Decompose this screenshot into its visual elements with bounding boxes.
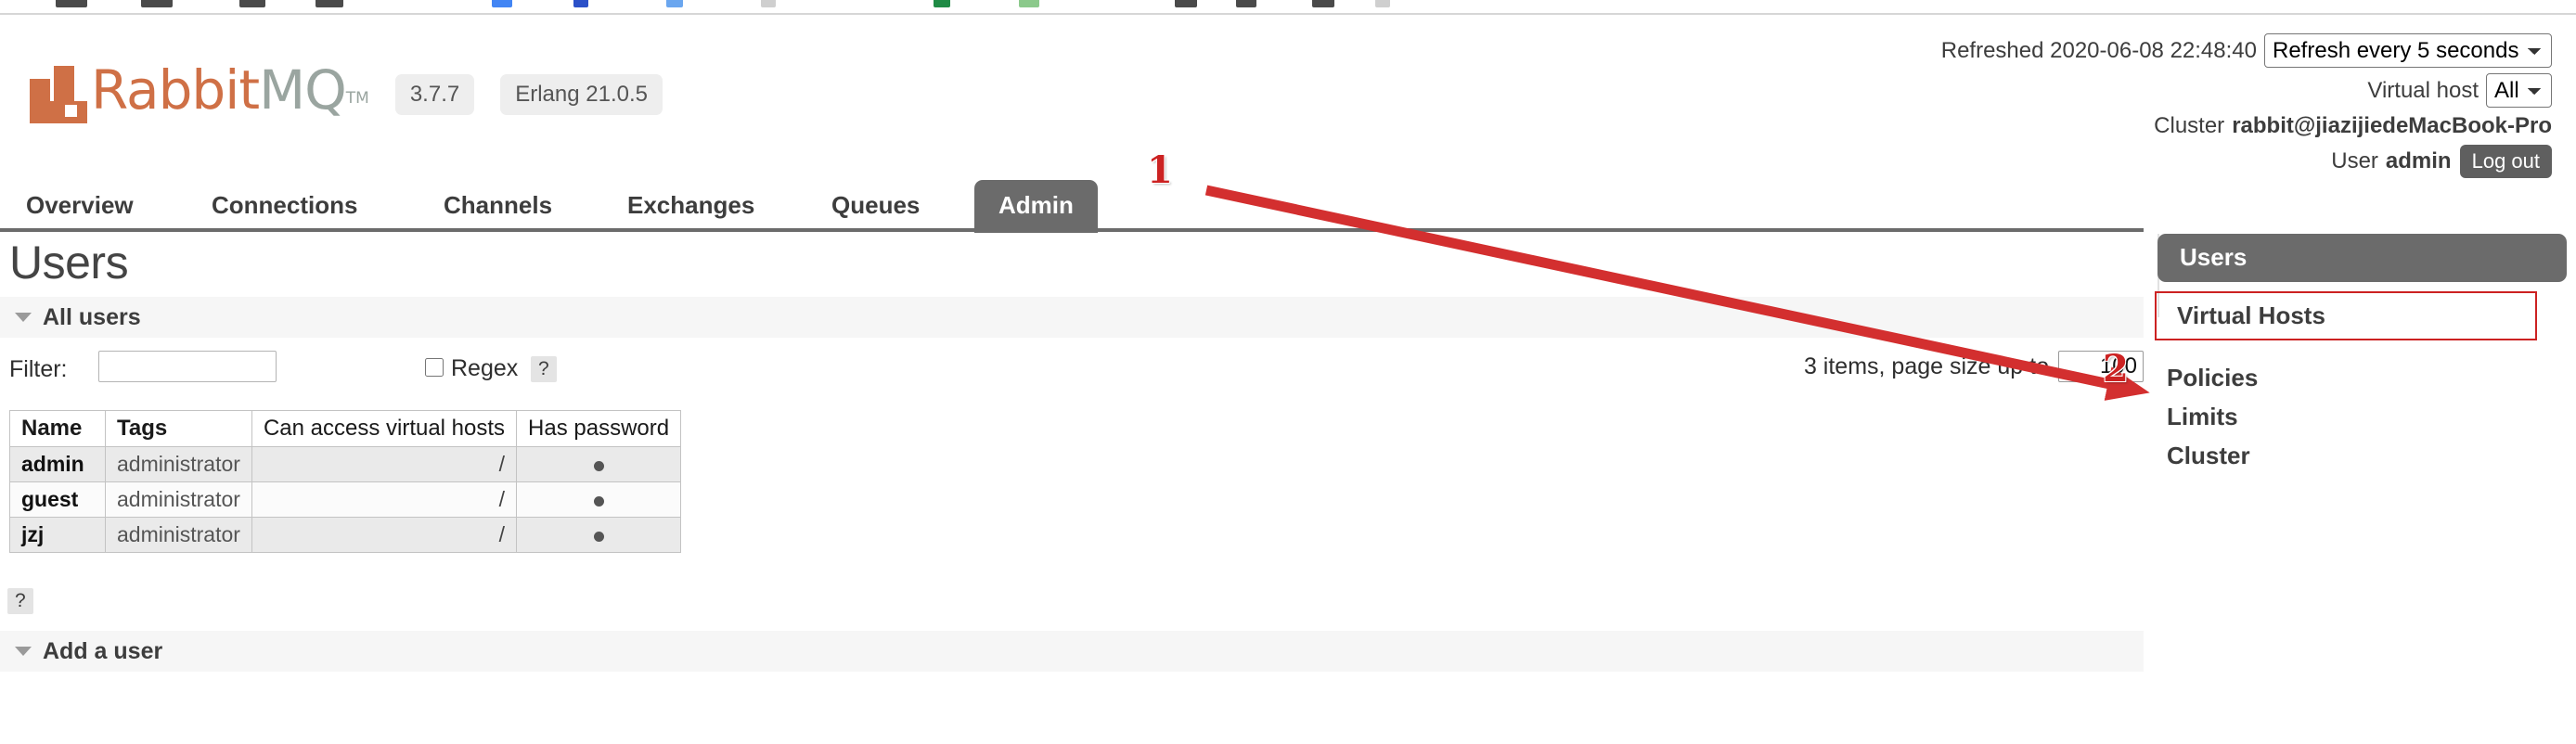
section-label-all-users: All users bbox=[43, 303, 141, 330]
items-count-text: 3 items, page size up to bbox=[1803, 353, 2049, 379]
vhost-select[interactable]: All bbox=[2486, 73, 2552, 108]
cell-user-has-password bbox=[516, 517, 682, 553]
bookmark-item[interactable] bbox=[56, 0, 87, 7]
section-header-add-a-user[interactable]: Add a user bbox=[0, 631, 2144, 672]
sidebar-item-policies[interactable]: Policies bbox=[2167, 364, 2258, 392]
filter-input[interactable] bbox=[98, 351, 277, 382]
table-row[interactable]: admin administrator / bbox=[9, 446, 682, 482]
bookmark-item[interactable] bbox=[761, 0, 776, 7]
cluster-label: Cluster bbox=[2154, 113, 2225, 138]
regex-help-icon[interactable]: ? bbox=[531, 356, 557, 382]
cell-user-has-password bbox=[516, 446, 682, 482]
sidebar-item-cluster[interactable]: Cluster bbox=[2167, 442, 2250, 470]
users-table: Name Tags Can access virtual hosts Has p… bbox=[9, 410, 682, 553]
cluster-name: rabbit@jiazijiedeMacBook-Pro bbox=[2232, 113, 2552, 138]
trademark-mark: TM bbox=[345, 89, 369, 108]
brand-logo-block[interactable]: RabbitMQTM 3.7.7 Erlang 21.0.5 bbox=[30, 63, 663, 125]
bookmark-item[interactable] bbox=[492, 0, 512, 7]
tab-channels[interactable]: Channels bbox=[444, 180, 552, 233]
regex-checkbox[interactable] bbox=[425, 358, 444, 377]
table-row[interactable]: guest administrator / bbox=[9, 481, 682, 518]
refresh-interval-select[interactable]: Refresh every 5 seconds bbox=[2264, 33, 2552, 68]
chevron-down-icon bbox=[15, 313, 32, 322]
cell-user-vhosts: / bbox=[251, 446, 518, 482]
cell-user-tags: administrator bbox=[105, 481, 252, 518]
cell-user-tags: administrator bbox=[105, 517, 252, 553]
vhost-label: Virtual host bbox=[2367, 77, 2479, 103]
bookmark-item[interactable] bbox=[239, 0, 265, 7]
column-header-name[interactable]: Name bbox=[9, 410, 106, 447]
user-row: User admin Log out bbox=[1941, 145, 2552, 178]
bookmark-item[interactable] bbox=[1375, 0, 1390, 7]
cell-user-tags: administrator bbox=[105, 446, 252, 482]
main-content: Users All users Filter: Regex ? 3 items,… bbox=[0, 234, 2144, 744]
sidebar-item-users[interactable]: Users bbox=[2157, 234, 2567, 282]
rabbitmq-logo-icon bbox=[30, 65, 87, 123]
vhost-row: Virtual host All bbox=[1941, 73, 2552, 108]
cell-user-name[interactable]: jzj bbox=[9, 517, 106, 553]
pagesize-block: 3 items, page size up to bbox=[1804, 351, 2144, 382]
cell-user-vhosts: / bbox=[251, 517, 518, 553]
has-password-dot-icon bbox=[593, 532, 604, 542]
cell-user-vhosts: / bbox=[251, 481, 518, 518]
main-navigation: Overview Connections Channels Exchanges … bbox=[0, 180, 2576, 233]
logout-button[interactable]: Log out bbox=[2459, 145, 2552, 178]
tab-exchanges[interactable]: Exchanges bbox=[627, 180, 754, 233]
bookmark-item[interactable] bbox=[573, 0, 588, 7]
tab-overview[interactable]: Overview bbox=[26, 180, 134, 233]
page-title: Users bbox=[9, 237, 129, 289]
table-header-row: Name Tags Can access virtual hosts Has p… bbox=[9, 410, 682, 447]
sidebar-item-virtual-hosts[interactable]: Virtual Hosts bbox=[2155, 291, 2537, 340]
table-row[interactable]: jzj administrator / bbox=[9, 517, 682, 553]
users-table-head: Name Tags Can access virtual hosts Has p… bbox=[9, 410, 682, 447]
page-header: RabbitMQTM 3.7.7 Erlang 21.0.5 Refreshed… bbox=[0, 15, 2576, 184]
brand-wordmark: RabbitMQTM bbox=[91, 63, 369, 125]
rabbitmq-management-page: RabbitMQTM 3.7.7 Erlang 21.0.5 Refreshed… bbox=[0, 15, 2576, 744]
header-controls: Refreshed 2020-06-08 22:48:40 Refresh ev… bbox=[1941, 33, 2552, 184]
tab-admin[interactable]: Admin bbox=[974, 180, 1098, 233]
bookmark-item[interactable] bbox=[1312, 0, 1334, 7]
chevron-down-icon bbox=[15, 647, 32, 656]
bookmark-item[interactable] bbox=[1236, 0, 1256, 7]
users-table-body: admin administrator / guest administrato… bbox=[9, 446, 682, 553]
has-password-dot-icon bbox=[593, 461, 604, 471]
user-name: admin bbox=[2385, 148, 2452, 173]
bookmark-item[interactable] bbox=[316, 0, 343, 7]
sidebar-item-limits[interactable]: Limits bbox=[2167, 403, 2238, 431]
brand-name-primary: Rabbit bbox=[91, 58, 260, 122]
cluster-row: Cluster rabbit@jiazijiedeMacBook-Pro bbox=[1941, 113, 2552, 139]
section-label-add-a-user: Add a user bbox=[43, 637, 163, 664]
page-size-input[interactable] bbox=[2058, 351, 2144, 382]
filter-label: Filter: bbox=[9, 356, 68, 382]
browser-bookmarks-bar bbox=[0, 0, 2576, 13]
cell-user-name[interactable]: guest bbox=[9, 481, 106, 518]
regex-label: Regex bbox=[451, 355, 519, 381]
bookmark-item[interactable] bbox=[1019, 0, 1039, 7]
has-password-dot-icon bbox=[593, 496, 604, 507]
cell-user-has-password bbox=[516, 481, 682, 518]
cell-user-name[interactable]: admin bbox=[9, 446, 106, 482]
version-badge: 3.7.7 bbox=[394, 73, 475, 115]
erlang-version-badge: Erlang 21.0.5 bbox=[500, 73, 663, 115]
bookmark-item[interactable] bbox=[141, 0, 173, 7]
refreshed-timestamp: Refreshed 2020-06-08 22:48:40 bbox=[1940, 37, 2257, 63]
refresh-row: Refreshed 2020-06-08 22:48:40 Refresh ev… bbox=[1941, 33, 2552, 68]
column-header-tags[interactable]: Tags bbox=[105, 410, 252, 447]
bookmark-item[interactable] bbox=[1175, 0, 1197, 7]
user-label: User bbox=[2331, 148, 2378, 173]
tab-connections[interactable]: Connections bbox=[212, 180, 357, 233]
bookmark-item[interactable] bbox=[666, 0, 683, 7]
column-header-has-password[interactable]: Has password bbox=[516, 410, 682, 447]
brand-name-secondary: MQ bbox=[259, 58, 347, 122]
column-header-can-access-virtual-hosts[interactable]: Can access virtual hosts bbox=[251, 410, 518, 447]
table-help-icon[interactable]: ? bbox=[7, 588, 33, 614]
section-header-all-users[interactable]: All users bbox=[0, 297, 2144, 338]
tab-queues[interactable]: Queues bbox=[831, 180, 920, 233]
bookmark-item[interactable] bbox=[934, 0, 950, 7]
admin-sidebar: Users Virtual Hosts Policies Limits Clus… bbox=[2155, 234, 2576, 744]
